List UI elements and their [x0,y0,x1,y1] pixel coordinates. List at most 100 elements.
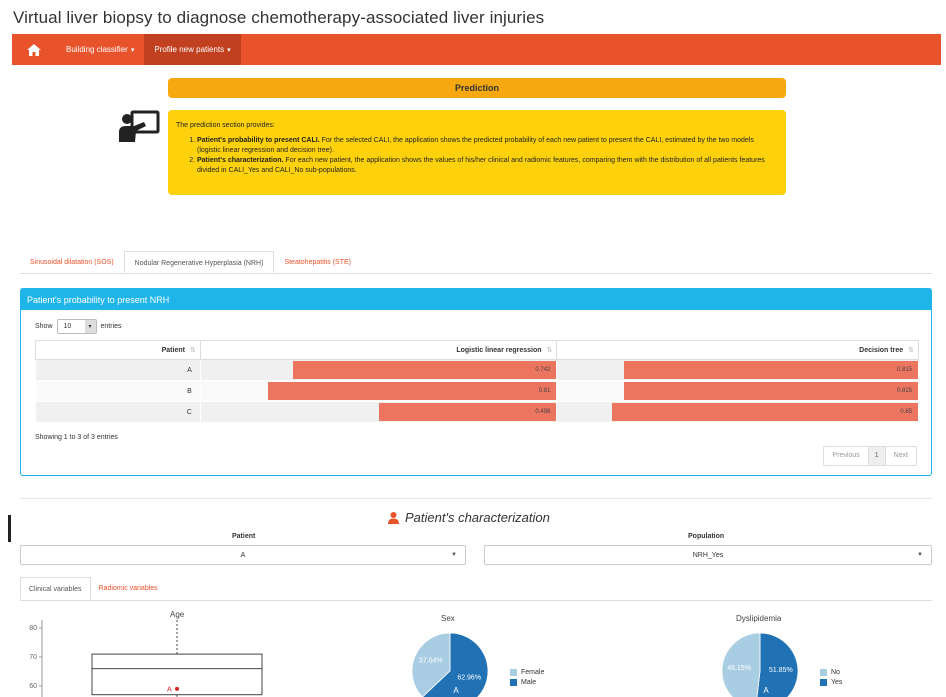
prediction-header: Prediction [168,78,786,98]
tab-radiomic-variables[interactable]: Radiomic variables [91,577,166,600]
legend-item: Yes [820,677,842,687]
entries-select[interactable]: 10 ▾ [56,319,97,334]
legend-item: Female [510,667,544,677]
dyslipidemia-legend: No Yes [820,667,842,687]
caret-down-icon: ▼ [917,552,923,558]
tab-nrh[interactable]: Nodular Regenerative Hyperplasia (NRH) [123,251,275,273]
home-icon[interactable] [12,34,56,65]
sex-legend: Female Male [510,667,544,687]
characterization-title-text: Patient's characterization [405,510,550,525]
text-cursor-marker [8,515,11,542]
legend-item: Male [510,677,544,687]
patient-select-label: Patient [232,533,256,540]
cali-tabs: Sinusoidal dilatation (SOS) Nodular Rege… [20,251,932,274]
probability-value: 0.85 [900,409,912,415]
patient-select[interactable]: A ▼ [20,545,466,565]
prediction-list: Patient's probability to present CALI. F… [176,136,778,176]
column-header-logistic[interactable]: Logistic linear regression ⇅ [199,340,558,360]
logistic-probability-cell: 0.498 [199,401,558,423]
show-label: Show [35,323,53,330]
probability-value: 0.815 [896,367,912,373]
variable-tabs: Clinical variables Radiomic variables [20,577,932,601]
patient-cell: C [35,401,201,423]
prediction-description: The prediction section provides: Patient… [168,110,786,195]
probability-bar [268,382,557,400]
dyslipidemia-pie-chart: 51.85% 48.15% A [721,632,799,697]
legend-label: No [831,668,840,676]
patient-point [175,686,179,691]
y-tick-label: 80 [29,625,37,632]
legend-label: Male [521,678,537,686]
pie-slice-label: 37.04% [419,658,443,665]
legend-swatch [510,678,517,686]
probability-bar [379,403,557,421]
probability-panel: Patient's probability to present NRH Sho… [20,288,932,476]
nav-building-classifier-label: Building classifier [66,45,128,54]
entries-length-control: Show 10 ▾ entries [35,319,122,334]
table-row: B 0.81 0.815 [35,380,919,402]
tab-ste[interactable]: Steatohepatitis (STE) [274,251,361,273]
probability-bar [611,403,918,421]
tab-clinical-variables[interactable]: Clinical variables [20,577,91,600]
y-tick-label: 60 [29,683,37,690]
section-divider [20,498,932,499]
legend-swatch [820,668,827,676]
probability-value: 0.815 [896,388,912,394]
prediction-item2-title: Patient's characterization. [197,157,284,164]
probability-bar [292,361,557,379]
patient-cell: A [35,359,201,381]
legend-item: No [820,667,842,677]
probability-bar [624,382,918,400]
caret-down-icon: ▼ [451,552,457,558]
column-header-patient[interactable]: Patient ⇅ [35,340,201,360]
legend-label: Yes [831,678,843,686]
nav-building-classifier[interactable]: Building classifier ▾ [56,34,144,65]
legend-label: Female [521,668,545,676]
app-title: Virtual liver biopsy to diagnose chemoth… [13,8,545,27]
patient-point-label: A [167,686,172,693]
nav-profile-new-patients-label: Profile new patients [154,45,225,54]
table-row: C 0.498 0.85 [35,401,919,423]
caret-down-icon: ▾ [227,46,231,54]
column-header-label: Logistic linear regression [456,347,542,354]
previous-button[interactable]: Previous [824,447,867,465]
prediction-item-probability: Patient's probability to present CALI. F… [197,136,778,156]
probability-value: 0.498 [535,409,551,415]
tab-sos[interactable]: Sinusoidal dilatation (SOS) [20,251,124,273]
population-select-label: Population [688,533,725,540]
population-select-value: NRH_Yes [692,551,724,559]
sex-chart-title: Sex [441,614,455,623]
next-button[interactable]: Next [884,447,916,465]
caret-down-icon: ▾ [130,46,135,54]
sort-icon: ⇅ [189,347,196,354]
logistic-probability-cell: 0.742 [199,359,558,381]
column-header-decision-tree[interactable]: Decision tree ⇅ [556,340,919,360]
chevron-down-icon: ▾ [84,320,96,333]
sort-icon: ⇅ [546,347,553,354]
sex-pie-chart: 62.96% 37.04% A [411,632,489,697]
navbar: Building classifier ▾ Profile new patien… [12,34,941,65]
column-header-label: Decision tree [859,347,904,354]
prediction-item2-text: For each new patient, the application sh… [197,157,765,174]
probability-value: 0.742 [535,367,551,373]
nav-profile-new-patients[interactable]: Profile new patients ▾ [144,34,241,65]
sort-icon: ⇅ [908,347,914,354]
probability-value: 0.81 [538,388,551,394]
legend-swatch [510,668,517,676]
patient-cell: B [35,380,201,402]
y-tick-label: 70 [29,654,37,661]
dyslipidemia-chart-title: Dyslipidemia [736,614,782,623]
population-select[interactable]: NRH_Yes ▼ [484,545,932,565]
pie-slice-label: 51.85% [769,667,793,674]
user-icon [388,511,399,524]
patient-marker: A [453,686,459,695]
entries-label: entries [100,323,122,330]
age-boxplot: 80 70 60 A [29,620,263,697]
table-info: Showing 1 to 3 of 3 entries [35,434,118,441]
prediction-item1-title: Patient's probability to present CALI. [197,137,320,144]
pie-slice [756,632,799,697]
decision-tree-probability-cell: 0.815 [556,359,919,381]
patient-marker: A [763,686,769,695]
page-button-1[interactable]: 1 [867,447,885,465]
probability-table: Patient ⇅ Logistic linear regression ⇅ Dec… [35,340,919,423]
